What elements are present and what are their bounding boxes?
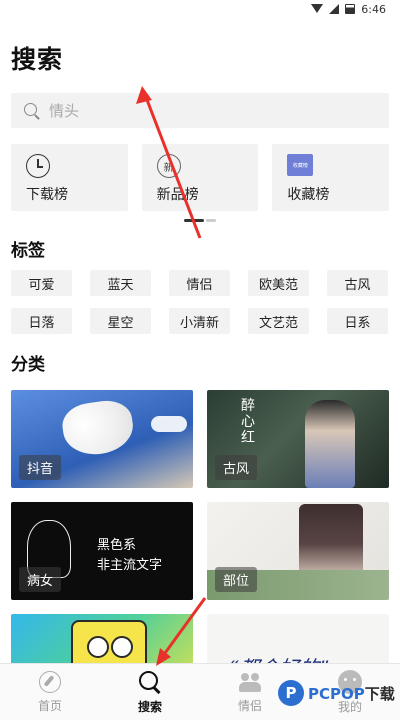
category-label: 抖音 <box>19 455 62 480</box>
category-label: 部位 <box>215 567 258 592</box>
page-indicator <box>184 219 216 222</box>
categories-section-title: 分类 <box>11 355 45 375</box>
category-label: 古风 <box>215 455 258 480</box>
category-card-gufeng[interactable]: 醉心红 古风 <box>207 390 389 488</box>
download-ranking-card[interactable]: 下载榜 <box>11 144 128 211</box>
nav-home[interactable]: 首页 <box>0 664 100 720</box>
category-label: 病女 <box>19 567 62 592</box>
search-icon <box>138 670 162 694</box>
tag-chip[interactable]: 古风 <box>327 270 388 296</box>
calligraphy-text: 醉心红 <box>241 398 255 446</box>
clock-icon <box>26 154 50 178</box>
nav-label: 首页 <box>37 698 62 713</box>
new-ranking-card[interactable]: 新 新品榜 <box>141 144 259 211</box>
ranking-row: 下载榜 新 新品榜 收藏榜 收藏榜 <box>11 144 390 211</box>
new-icon: 新 <box>156 154 181 178</box>
ranking-label: 下载榜 <box>26 187 68 203</box>
wifi-icon <box>311 4 324 14</box>
girl-image <box>305 400 355 488</box>
tag-chip[interactable]: 可爱 <box>11 270 72 296</box>
heart-image <box>59 397 137 459</box>
tag-chip[interactable]: 蓝天 <box>90 270 151 296</box>
category-card-douyin[interactable]: 抖音 <box>11 390 193 488</box>
compass-icon <box>39 670 61 693</box>
search-box[interactable] <box>11 93 389 128</box>
status-bar: 6:46 <box>0 0 400 18</box>
status-time: 6:46 <box>361 2 386 16</box>
ranking-label: 收藏榜 <box>287 187 330 203</box>
cloud-image <box>151 416 187 432</box>
favorite-icon: 收藏榜 <box>287 154 314 176</box>
search-icon <box>23 102 41 120</box>
tag-chip[interactable]: 星空 <box>90 308 151 334</box>
battery-icon <box>345 4 356 14</box>
favorite-ranking-card[interactable]: 收藏榜 收藏榜 <box>272 144 390 211</box>
tags-section-title: 标签 <box>11 241 45 261</box>
tag-chip[interactable]: 日系 <box>327 308 388 334</box>
logo-badge: P <box>278 680 304 706</box>
tag-chip[interactable]: 情侣 <box>169 270 230 296</box>
nav-label: 情侣 <box>237 698 262 713</box>
signal-icon <box>329 4 340 14</box>
tag-chip[interactable]: 日落 <box>11 308 72 334</box>
ranking-label: 新品榜 <box>156 187 199 203</box>
page-title: 搜索 <box>11 45 64 74</box>
tag-chip[interactable]: 小清新 <box>169 308 230 334</box>
indicator-active <box>184 219 204 222</box>
tags-grid: 可爱 蓝天 情侣 欧美范 古风 日落 星空 小清新 文艺范 日系 <box>11 270 389 334</box>
nav-search[interactable]: 搜索 <box>100 664 200 720</box>
tag-chip[interactable]: 文艺范 <box>248 308 309 334</box>
nav-label: 搜索 <box>137 699 162 714</box>
couple-icon <box>238 671 262 693</box>
category-card-bingnv[interactable]: 黑色系 非主流文字 病女 <box>11 502 193 600</box>
indicator-inactive <box>206 219 216 222</box>
tag-chip[interactable]: 欧美范 <box>248 270 309 296</box>
search-input[interactable] <box>49 101 349 120</box>
slogan-text: 黑色系 非主流文字 <box>97 538 163 573</box>
category-card-buwei[interactable]: 部位 <box>207 502 389 600</box>
watermark-logo: P PCPOP下载 <box>278 680 395 706</box>
logo-text: PCPOP下载 <box>308 684 395 703</box>
